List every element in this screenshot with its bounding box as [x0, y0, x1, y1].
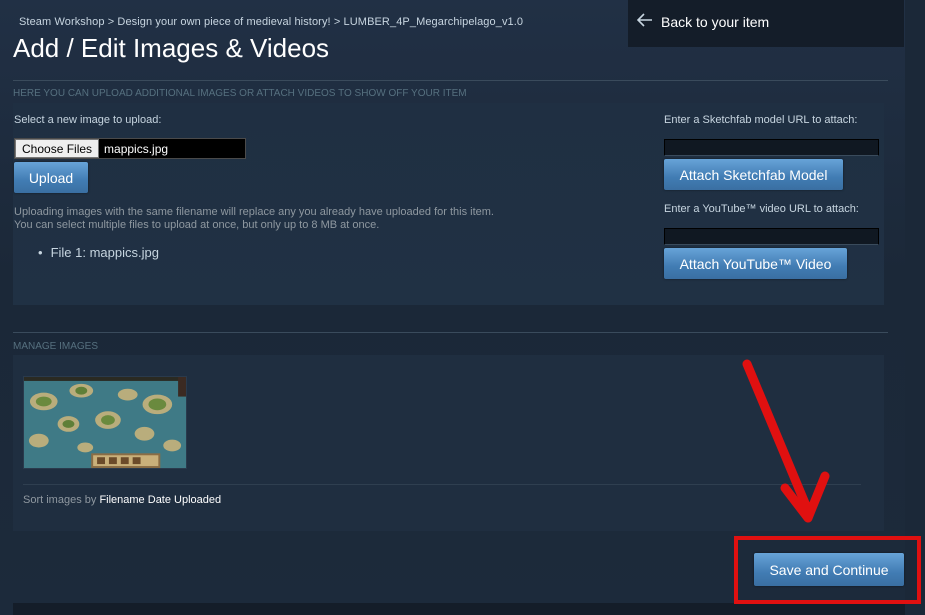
- manage-images-header: MANAGE IMAGES: [13, 341, 99, 352]
- attach-sketchfab-button[interactable]: Attach Sketchfab Model: [664, 159, 843, 190]
- upload-button[interactable]: Upload: [14, 162, 88, 193]
- file-input[interactable]: Choose Files mappics.jpg: [14, 138, 246, 159]
- sketchfab-url-input[interactable]: [664, 139, 879, 156]
- section-divider: [13, 332, 888, 333]
- page-title: Add / Edit Images & Videos: [13, 33, 330, 63]
- sort-images-row: Sort images by Filename Date Uploaded: [23, 494, 221, 506]
- back-to-item-link[interactable]: Back to your item: [636, 13, 770, 30]
- list-item: File 1: mappics.jpg: [38, 245, 159, 260]
- selected-file-name: mappics.jpg: [104, 141, 169, 156]
- select-image-label: Select a new image to upload:: [14, 114, 162, 126]
- upload-note: Uploading images with the same filename …: [14, 206, 494, 232]
- youtube-url-input[interactable]: [664, 228, 879, 245]
- sort-label: Sort images by: [23, 494, 97, 506]
- back-link-label: Back to your item: [661, 13, 770, 30]
- sort-by-filename[interactable]: Filename: [99, 494, 144, 506]
- sort-by-date-uploaded[interactable]: Date Uploaded: [148, 494, 221, 506]
- sketchfab-label: Enter a Sketchfab model URL to attach:: [664, 114, 858, 126]
- choose-files-button[interactable]: Choose Files: [15, 139, 100, 158]
- youtube-label: Enter a YouTube™ video URL to attach:: [664, 203, 859, 215]
- back-arrow-icon: [636, 13, 653, 30]
- footer-band: [13, 603, 905, 615]
- section-divider: [13, 80, 888, 81]
- breadcrumb[interactable]: Steam Workshop > Design your own piece o…: [19, 16, 523, 28]
- attach-youtube-button[interactable]: Attach YouTube™ Video: [664, 248, 847, 279]
- upload-note-line: Uploading images with the same filename …: [14, 206, 494, 218]
- upload-note-line: You can select multiple files to upload …: [14, 219, 380, 231]
- image-thumbnail[interactable]: [23, 376, 187, 469]
- file-list: File 1: mappics.jpg: [38, 245, 159, 260]
- annotation-highlight-box: [734, 536, 921, 604]
- upload-section-header: HERE YOU CAN UPLOAD ADDITIONAL IMAGES OR…: [13, 88, 467, 99]
- annotation-arrow-icon: [742, 359, 830, 523]
